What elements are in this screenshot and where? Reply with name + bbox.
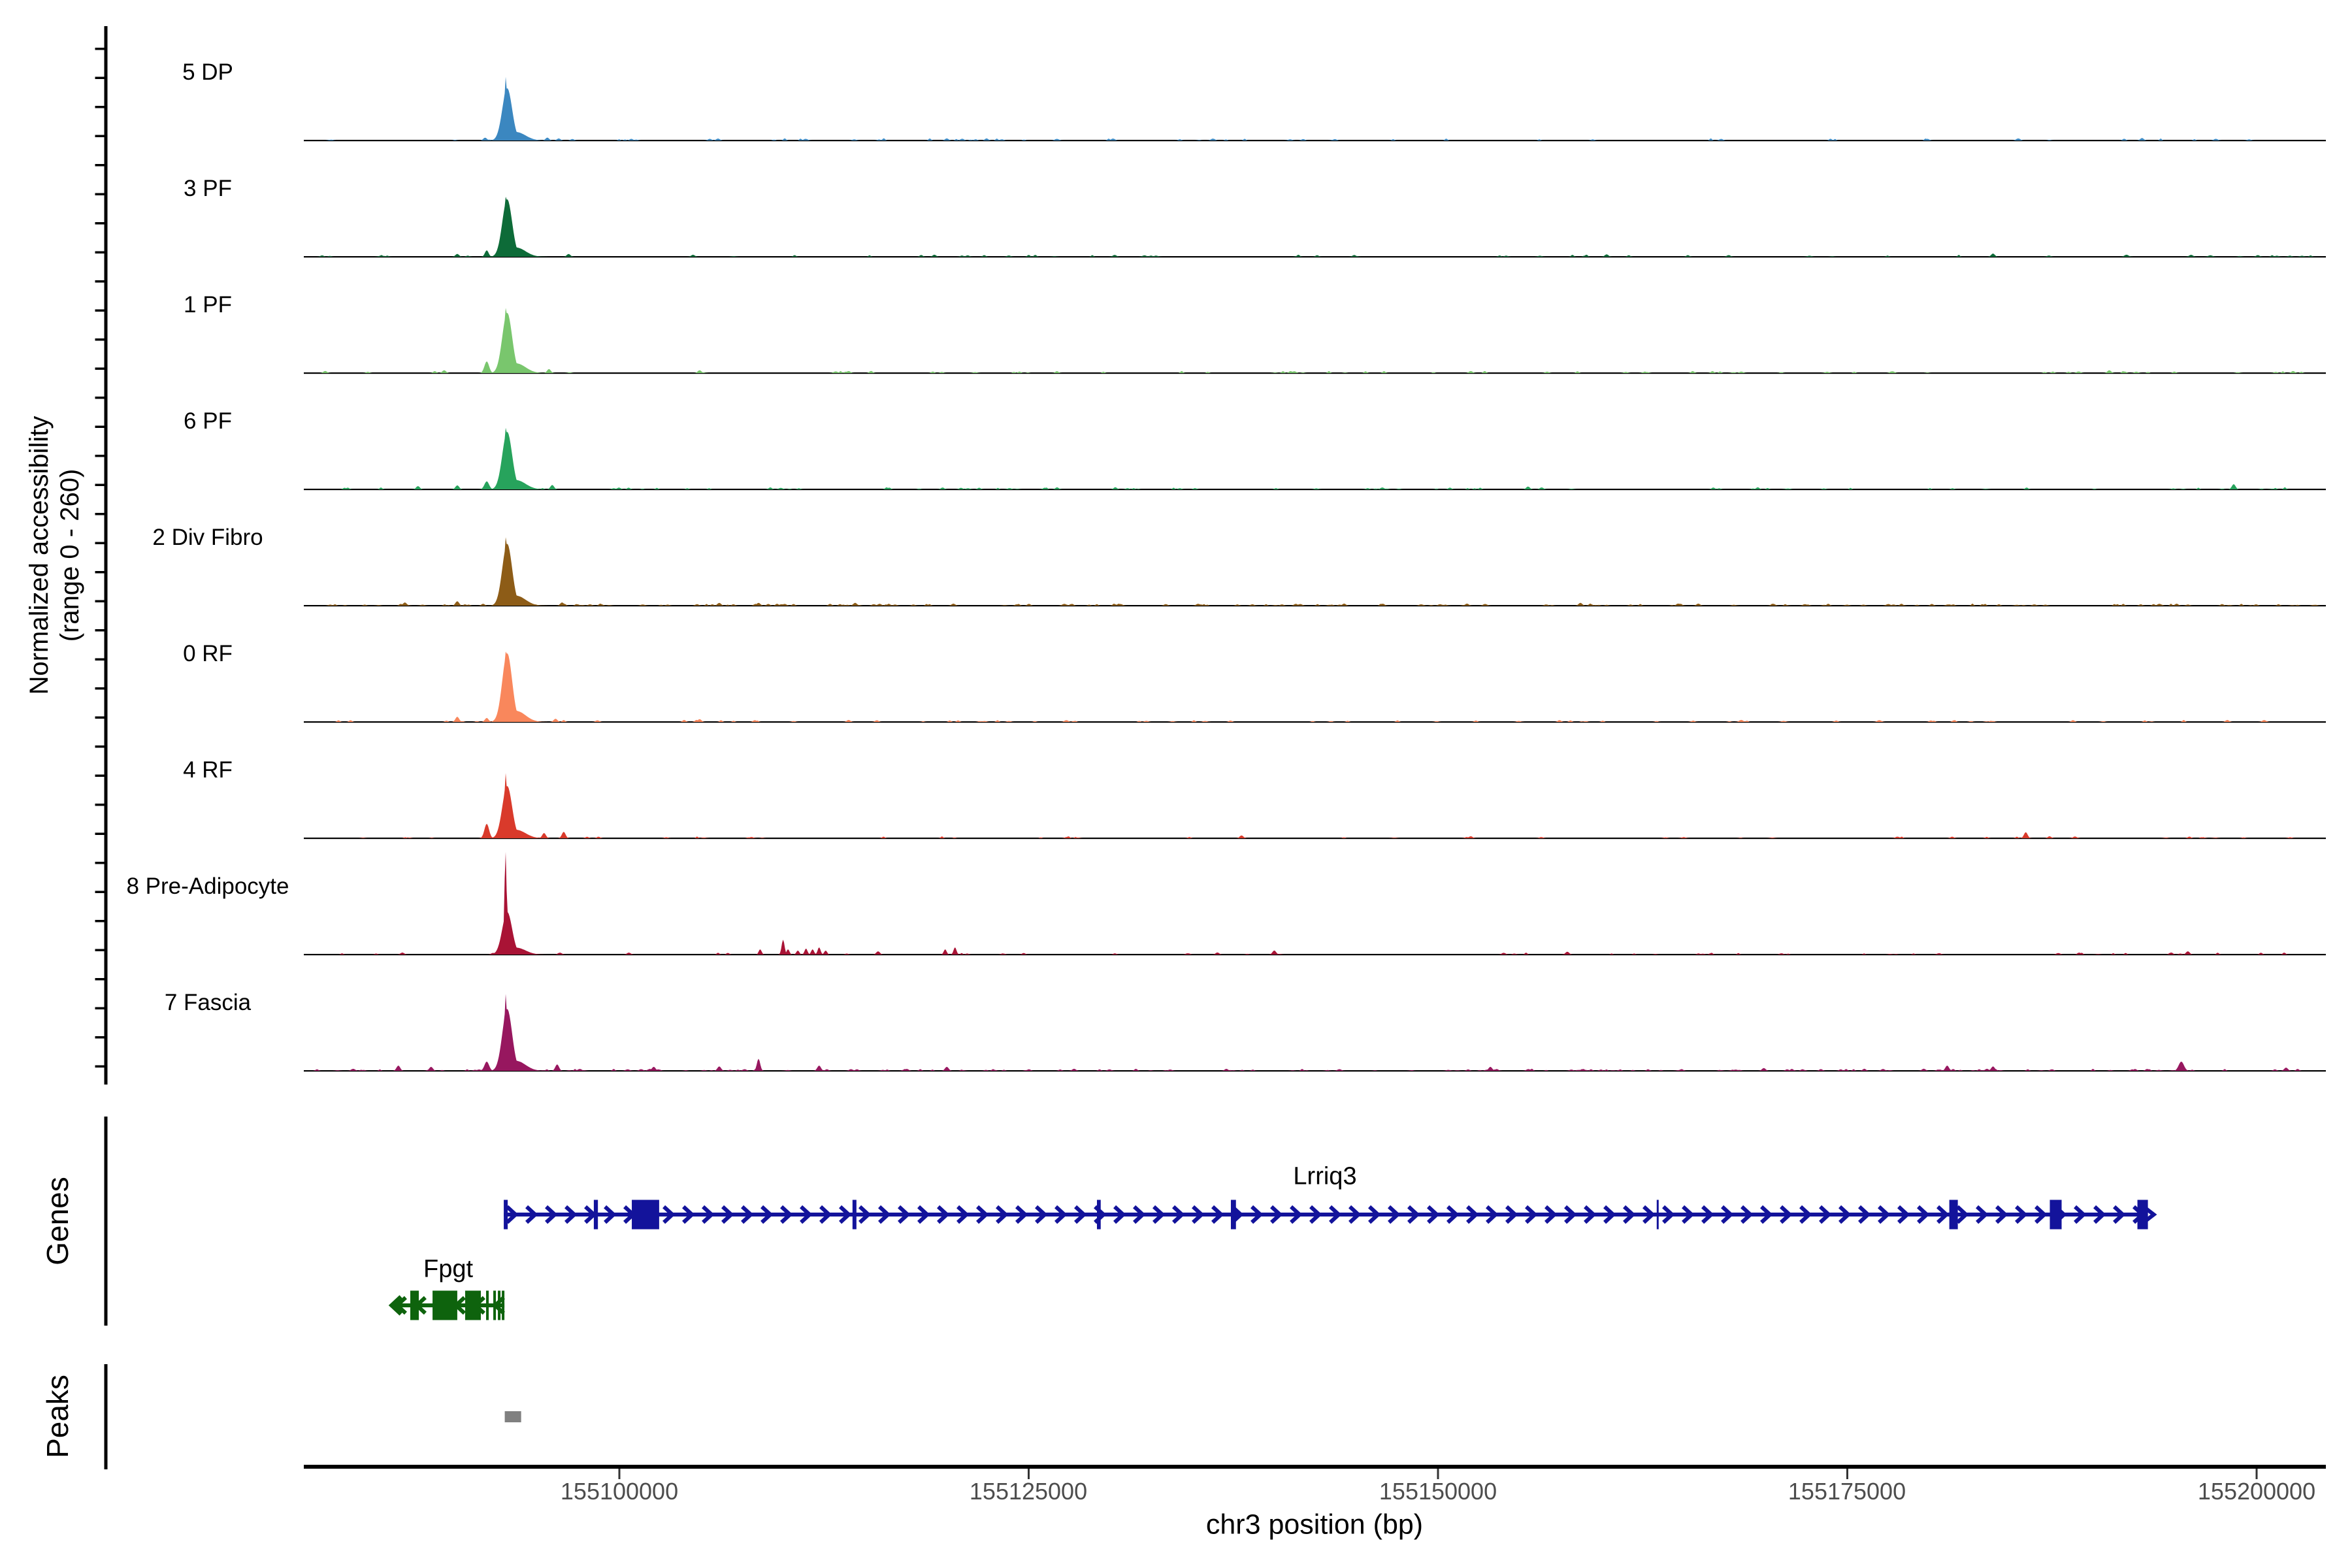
signal-track-3-pf <box>304 197 2326 257</box>
track-baseline <box>304 721 2326 723</box>
signal-track-5-dp <box>304 76 2326 140</box>
peaks-section-label: Peaks <box>41 1375 74 1458</box>
y-axis-tick <box>95 280 105 283</box>
y-axis-tick <box>95 687 105 690</box>
y-axis-tick <box>95 571 105 574</box>
track-baseline <box>304 954 2326 956</box>
y-axis-tick <box>95 106 105 108</box>
y-axis-tick <box>95 949 105 951</box>
y-axis-tick <box>95 920 105 923</box>
y-axis-tick <box>95 425 105 428</box>
y-axis-tick <box>95 513 105 515</box>
x-axis-line <box>304 1465 2326 1469</box>
track-label-6pf: 6 PF <box>184 408 232 434</box>
gene-exon <box>2137 1200 2148 1230</box>
gene-exon <box>2050 1200 2062 1230</box>
signal-track-8-pre-adipocyte <box>304 852 2326 955</box>
gene-exon <box>504 1200 508 1230</box>
y-axis-tick <box>95 135 105 137</box>
x-tick-155150000: 155150000 <box>1379 1478 1497 1505</box>
track-baseline <box>304 1070 2326 1072</box>
signal-track-2-div-fibro <box>304 537 2326 606</box>
y-axis-tick <box>95 338 105 341</box>
y-axis-tick <box>95 890 105 893</box>
genes-bracket <box>104 1117 108 1326</box>
y-axis-tick <box>95 193 105 195</box>
x-tick-155100000: 155100000 <box>560 1478 679 1505</box>
gene-exon <box>502 1290 505 1320</box>
track-label-8preadipocyte: 8 Pre-Adipocyte <box>126 874 289 899</box>
gene-exon <box>465 1290 481 1320</box>
gene-exon <box>486 1290 489 1320</box>
y-axis-tick <box>95 658 105 661</box>
y-axis-tick <box>95 1036 105 1039</box>
gene-exon <box>852 1200 857 1230</box>
y-axis-tick <box>95 455 105 457</box>
gene-exon <box>632 1200 659 1230</box>
y-axis-tick <box>95 76 105 79</box>
track-baseline <box>304 140 2326 142</box>
track-baseline <box>304 372 2326 374</box>
signal-track-1-pf <box>304 308 2326 373</box>
y-axis-tick <box>95 832 105 835</box>
gene-exon <box>493 1290 497 1320</box>
y-axis-tick <box>95 483 105 486</box>
gene-exon <box>433 1290 457 1320</box>
gene-exon <box>593 1200 598 1230</box>
signal-track-7-fascia <box>304 994 2326 1071</box>
y-axis-tick <box>95 629 105 632</box>
y-axis-label: Normalized accessibility (range 0 - 260) <box>24 416 86 695</box>
y-axis-tick <box>95 48 105 50</box>
y-axis-tick <box>95 745 105 748</box>
track-label-7fascia: 7 Fascia <box>164 990 252 1015</box>
tracks-axis-bracket <box>104 26 108 1085</box>
y-axis-tick <box>95 1065 105 1068</box>
y-axis-tick <box>95 397 105 399</box>
y-axis-tick <box>95 542 105 544</box>
track-label-2divfibro: 2 Div Fibro <box>152 525 263 550</box>
gene-exon <box>410 1290 419 1320</box>
genome-tracks-figure: Normalized accessibility (range 0 - 260)… <box>0 0 2352 1568</box>
gene-exon <box>498 1290 501 1320</box>
track-label-4rf: 4 RF <box>183 757 233 783</box>
signal-track-4-rf <box>304 773 2326 838</box>
peaks-bracket <box>104 1364 108 1469</box>
y-axis-tick <box>95 978 105 981</box>
called-peak-box <box>504 1411 521 1422</box>
track-label-0rf: 0 RF <box>183 641 233 666</box>
y-axis-tick <box>95 309 105 312</box>
track-label-1pf: 1 PF <box>184 292 232 318</box>
gene-exon <box>1949 1200 1958 1230</box>
gene-label-fpgt: Fpgt <box>423 1255 474 1283</box>
genes-section-label: Genes <box>41 1177 74 1266</box>
x-tick-155200000: 155200000 <box>2197 1478 2316 1505</box>
gene-exon <box>1097 1200 1101 1230</box>
signal-track-6-pf <box>304 427 2326 489</box>
track-label-3pf: 3 PF <box>184 176 232 201</box>
y-axis-tick <box>95 367 105 370</box>
y-axis-tick <box>95 222 105 225</box>
y-axis-tick <box>95 1007 105 1009</box>
track-label-5dp: 5 DP <box>182 59 233 85</box>
figure-canvas <box>95 26 2326 1479</box>
y-axis-tick <box>95 804 105 806</box>
gene-exon <box>1656 1200 1659 1230</box>
y-axis-tick <box>95 600 105 602</box>
y-axis-tick <box>95 716 105 719</box>
y-axis-tick <box>95 251 105 253</box>
signal-track-0-rf <box>304 651 2326 722</box>
x-tick-155125000: 155125000 <box>969 1478 1088 1505</box>
y-axis-label-line2: (range 0 - 260) <box>56 468 84 642</box>
gene-label-lrriq3: Lrriq3 <box>1293 1162 1357 1190</box>
y-axis-label-line1: Normalized accessibility <box>25 416 54 695</box>
y-axis-tick <box>95 862 105 864</box>
gene-exon <box>1230 1200 1236 1230</box>
y-axis-tick <box>95 774 105 777</box>
x-tick-155175000: 155175000 <box>1788 1478 1906 1505</box>
y-axis-tick <box>95 164 105 167</box>
x-axis-title: chr3 position (bp) <box>1205 1509 1424 1541</box>
